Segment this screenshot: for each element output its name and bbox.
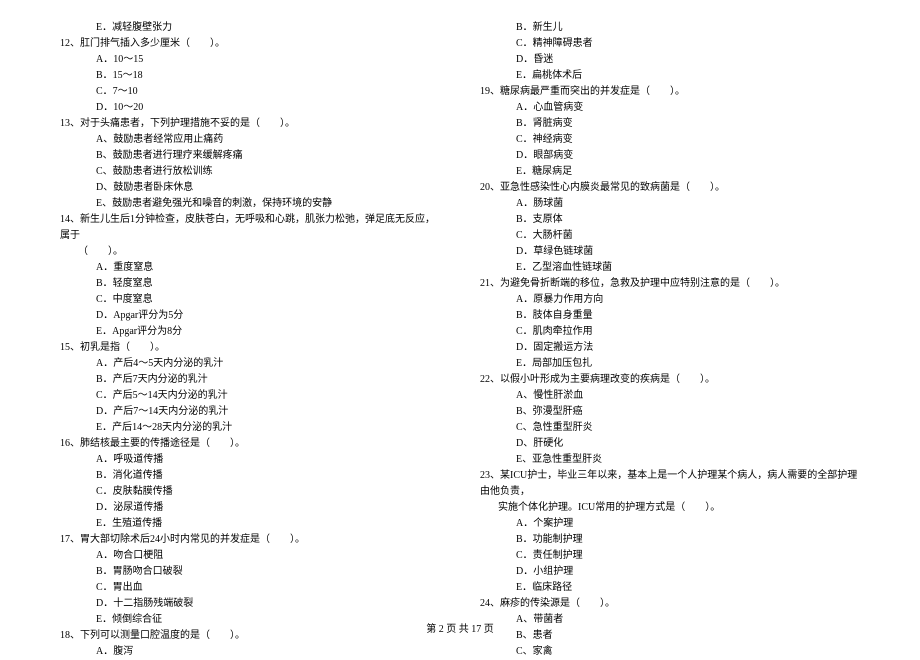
answer-option: C、鼓励患者进行放松训练 bbox=[60, 164, 440, 180]
content-columns: E．减轻腹壁张力12、肛门排气插入多少厘米（ ）。A．10～15B．15～18C… bbox=[60, 20, 860, 660]
question-text: 13、对于头痛患者，下列护理措施不妥的是（ ）。 bbox=[60, 116, 440, 132]
answer-option: B、弥漫型肝癌 bbox=[480, 404, 860, 420]
answer-option: A．心血管病变 bbox=[480, 100, 860, 116]
question-text: 22、以假小叶形成为主要病理改变的疾病是（ ）。 bbox=[480, 372, 860, 388]
answer-option: B．支原体 bbox=[480, 212, 860, 228]
answer-option: D．产后7～14天内分泌的乳汁 bbox=[60, 404, 440, 420]
answer-option: A．重度窒息 bbox=[60, 260, 440, 276]
answer-option: E．局部加压包扎 bbox=[480, 356, 860, 372]
answer-option: A．原暴力作用方向 bbox=[480, 292, 860, 308]
answer-option: B．肢体自身重量 bbox=[480, 308, 860, 324]
answer-option: C．神经病变 bbox=[480, 132, 860, 148]
answer-option: C．肌肉牵拉作用 bbox=[480, 324, 860, 340]
answer-option: C．产后5～14天内分泌的乳汁 bbox=[60, 388, 440, 404]
answer-option: A．肠球菌 bbox=[480, 196, 860, 212]
answer-option: C．皮肤黏膜传播 bbox=[60, 484, 440, 500]
question-text: 15、初乳是指（ ）。 bbox=[60, 340, 440, 356]
question-continuation: （ ）。 bbox=[60, 244, 440, 260]
answer-option: B．肾脏病变 bbox=[480, 116, 860, 132]
answer-option: E．减轻腹壁张力 bbox=[60, 20, 440, 36]
answer-option: D．10～20 bbox=[60, 100, 440, 116]
answer-option: B．功能制护理 bbox=[480, 532, 860, 548]
question-text: 19、糖尿病最严重而突出的并发症是（ ）。 bbox=[480, 84, 860, 100]
question-text: 23、某ICU护士，毕业三年以来，基本上是一个人护理某个病人，病人需要的全部护理… bbox=[480, 468, 860, 500]
answer-option: D．眼部病变 bbox=[480, 148, 860, 164]
question-text: 12、肛门排气插入多少厘米（ ）。 bbox=[60, 36, 440, 52]
answer-option: A．个案护理 bbox=[480, 516, 860, 532]
answer-option: B、鼓励患者进行理疗来缓解疼痛 bbox=[60, 148, 440, 164]
answer-option: D、鼓励患者卧床休息 bbox=[60, 180, 440, 196]
question-text: 24、麻疹的传染源是（ ）。 bbox=[480, 596, 860, 612]
answer-option: E．扁桃体术后 bbox=[480, 68, 860, 84]
answer-option: D．草绿色链球菌 bbox=[480, 244, 860, 260]
answer-option: A．呼吸道传播 bbox=[60, 452, 440, 468]
answer-option: C．7～10 bbox=[60, 84, 440, 100]
answer-option: B．产后7天内分泌的乳汁 bbox=[60, 372, 440, 388]
answer-option: D．昏迷 bbox=[480, 52, 860, 68]
answer-option: B．15～18 bbox=[60, 68, 440, 84]
answer-option: E．糖尿病足 bbox=[480, 164, 860, 180]
answer-option: D．十二指肠残端破裂 bbox=[60, 596, 440, 612]
answer-option: E．Apgar评分为8分 bbox=[60, 324, 440, 340]
answer-option: A．10～15 bbox=[60, 52, 440, 68]
answer-option: D．Apgar评分为5分 bbox=[60, 308, 440, 324]
answer-option: A．产后4～5天内分泌的乳汁 bbox=[60, 356, 440, 372]
answer-option: C．胃出血 bbox=[60, 580, 440, 596]
answer-option: C．中度窒息 bbox=[60, 292, 440, 308]
answer-option: A、鼓励患者经常应用止痛药 bbox=[60, 132, 440, 148]
answer-option: C、急性重型肝炎 bbox=[480, 420, 860, 436]
question-text: 14、新生儿生后1分钟检查，皮肤苍白，无呼吸和心跳，肌张力松弛，弹足底无反应，属… bbox=[60, 212, 440, 244]
answer-option: E、亚急性重型肝炎 bbox=[480, 452, 860, 468]
question-text: 16、肺结核最主要的传播途径是（ ）。 bbox=[60, 436, 440, 452]
answer-option: A．腹泻 bbox=[60, 644, 440, 660]
answer-option: E．乙型溶血性链球菌 bbox=[480, 260, 860, 276]
answer-option: B．轻度窒息 bbox=[60, 276, 440, 292]
answer-option: B．消化道传播 bbox=[60, 468, 440, 484]
answer-option: D．固定搬运方法 bbox=[480, 340, 860, 356]
question-text: 17、胃大部切除术后24小时内常见的并发症是（ ）。 bbox=[60, 532, 440, 548]
answer-option: E．产后14～28天内分泌的乳汁 bbox=[60, 420, 440, 436]
question-continuation: 实施个体化护理。ICU常用的护理方式是（ ）。 bbox=[480, 500, 860, 516]
answer-option: D．泌尿道传播 bbox=[60, 500, 440, 516]
answer-option: C、家禽 bbox=[480, 644, 860, 660]
page-footer: 第 2 页 共 17 页 bbox=[0, 620, 920, 635]
left-column: E．减轻腹壁张力12、肛门排气插入多少厘米（ ）。A．10～15B．15～18C… bbox=[60, 20, 440, 660]
answer-option: E．临床路径 bbox=[480, 580, 860, 596]
question-text: 21、为避免骨折断端的移位，急救及护理中应特别注意的是（ ）。 bbox=[480, 276, 860, 292]
question-text: 20、亚急性感染性心内膜炎最常见的致病菌是（ ）。 bbox=[480, 180, 860, 196]
answer-option: C．精神障碍患者 bbox=[480, 36, 860, 52]
answer-option: E．生殖道传播 bbox=[60, 516, 440, 532]
answer-option: E、鼓励患者避免强光和噪音的刺激，保持环境的安静 bbox=[60, 196, 440, 212]
answer-option: C．责任制护理 bbox=[480, 548, 860, 564]
answer-option: C．大肠杆菌 bbox=[480, 228, 860, 244]
right-column: B．新生儿C．精神障碍患者D．昏迷E．扁桃体术后19、糖尿病最严重而突出的并发症… bbox=[480, 20, 860, 660]
answer-option: D、肝硬化 bbox=[480, 436, 860, 452]
answer-option: B．胃肠吻合口破裂 bbox=[60, 564, 440, 580]
answer-option: B．新生儿 bbox=[480, 20, 860, 36]
answer-option: D．小组护理 bbox=[480, 564, 860, 580]
answer-option: A、慢性肝淤血 bbox=[480, 388, 860, 404]
answer-option: A．吻合口梗阻 bbox=[60, 548, 440, 564]
